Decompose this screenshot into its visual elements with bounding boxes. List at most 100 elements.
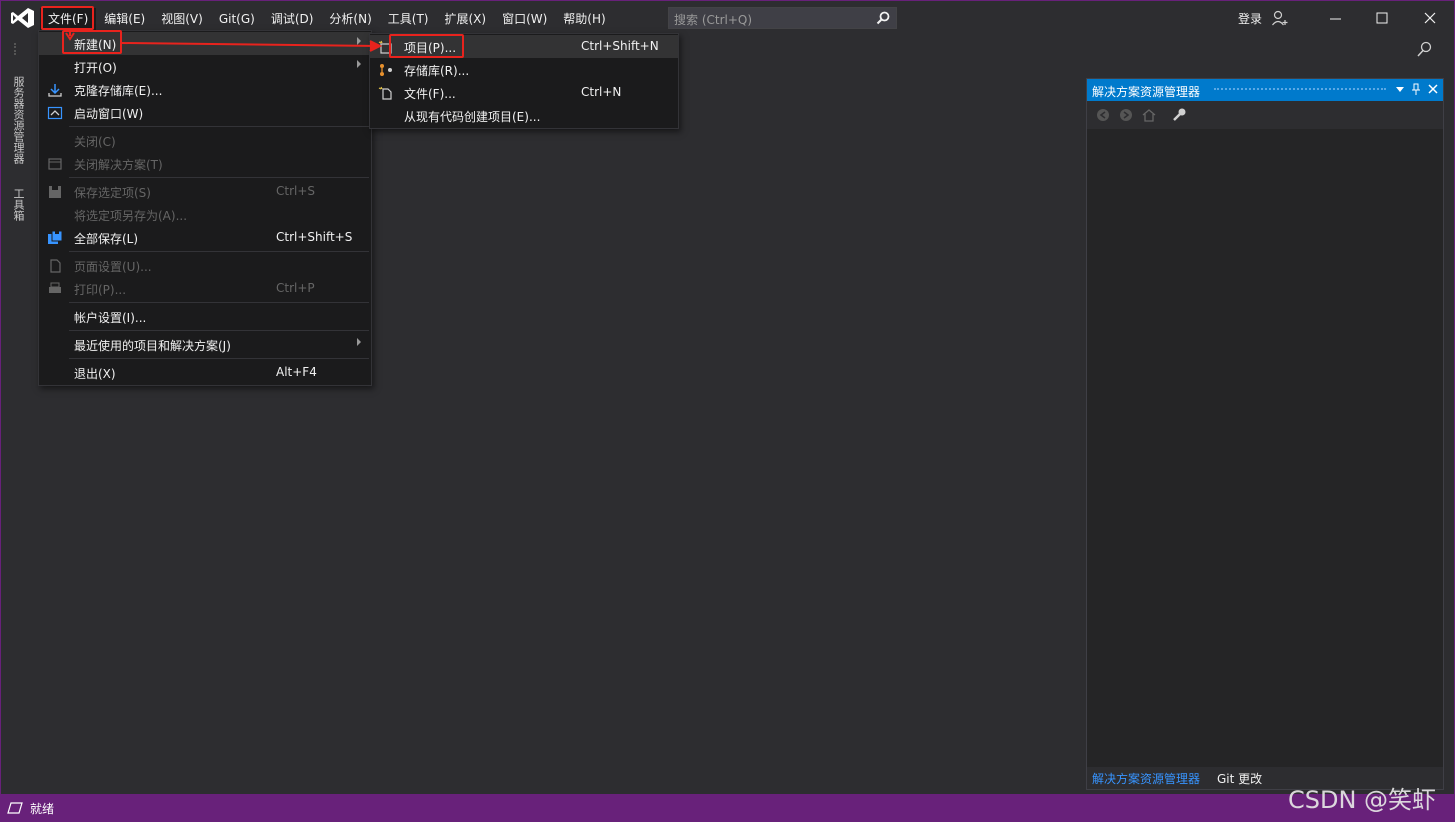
menu-item-label: 打开(O) (74, 61, 117, 75)
menu-separator (69, 251, 369, 252)
menu-item-close: 关闭(C) (39, 129, 371, 152)
new-file-icon (378, 86, 392, 100)
new-submenu: 项目(P)... Ctrl+Shift+N 存储库(R)... 文件(F)...… (369, 33, 679, 129)
menu-item-shortcut: Ctrl+Shift+N (581, 39, 659, 53)
menu-item-label: 退出(X) (74, 367, 116, 381)
minimize-icon[interactable] (1326, 8, 1346, 28)
menu-item-exit[interactable]: 退出(X) Alt+F4 (39, 361, 371, 384)
menu-item-recent[interactable]: 最近使用的项目和解决方案(J) (39, 333, 371, 356)
dropdown-arrow-icon[interactable] (1393, 82, 1407, 96)
submenu-arrow-icon (357, 338, 361, 346)
menu-item-label: 将选定项另存为(A)... (74, 209, 188, 223)
submenu-arrow-icon (357, 37, 361, 45)
wrench-icon[interactable] (1171, 107, 1187, 123)
file-menu: 新建(N) 打开(O) 克隆存储库(E)... 启动窗口(W) 关闭(C) 关闭… (38, 30, 372, 386)
close-solution-icon (48, 158, 62, 170)
menu-item-save-selected: 保存选定项(S) Ctrl+S (39, 180, 371, 203)
solution-explorer-title: 解决方案资源管理器 (1092, 85, 1201, 99)
menu-item-clone-repo[interactable]: 克隆存储库(E)... (39, 78, 371, 101)
left-tool-tabs (0, 62, 30, 794)
menu-item-label: 页面设置(U)... (74, 260, 152, 274)
status-ready-icon (7, 802, 23, 814)
menu-item-project-from-code[interactable]: 从现有代码创建项目(E)... (370, 104, 678, 127)
status-text: 就绪 (30, 802, 55, 816)
menu-item-shortcut: Ctrl+N (581, 85, 622, 99)
tab-solution-explorer[interactable]: 解决方案资源管理器 (1092, 770, 1200, 787)
account-icon[interactable] (1271, 9, 1289, 27)
search-placeholder: 搜索 (Ctrl+Q) (674, 13, 753, 27)
visual-studio-logo-icon[interactable] (10, 7, 36, 29)
menu-analyze[interactable]: 分析(N) (321, 8, 379, 30)
menu-item-label: 保存选定项(S) (74, 186, 151, 200)
print-icon (49, 282, 61, 293)
menu-edit[interactable]: 编辑(E) (96, 8, 153, 30)
menu-item-label: 关闭解决方案(T) (74, 158, 163, 172)
menu-item-shortcut: Ctrl+Shift+S (276, 230, 353, 244)
menu-file[interactable]: 文件(F) (40, 8, 97, 30)
save-icon (49, 186, 61, 198)
menu-debug[interactable]: 调试(D) (263, 8, 322, 30)
close-icon[interactable] (1420, 8, 1440, 28)
menu-item-account-settings[interactable]: 帐户设置(I)... (39, 305, 371, 328)
status-bar: 就绪 (0, 794, 1455, 822)
menu-item-label: 从现有代码创建项目(E)... (404, 110, 541, 124)
page-setup-icon (50, 259, 61, 273)
menu-item-start-window[interactable]: 启动窗口(W) (39, 101, 371, 124)
menu-item-print: 打印(P)... Ctrl+P (39, 277, 371, 300)
menu-bar: 文件(F) 编辑(E) 视图(V) Git(G) 调试(D) 分析(N) 工具(… (40, 8, 614, 30)
close-panel-icon[interactable] (1426, 82, 1440, 96)
back-icon[interactable] (1095, 107, 1111, 123)
menu-item-label: 克隆存储库(E)... (74, 84, 163, 98)
solution-explorer-header: 解决方案资源管理器 (1087, 79, 1443, 101)
tab-toolbox[interactable]: 工具箱 (10, 188, 25, 221)
menu-help[interactable]: 帮助(H) (555, 8, 613, 30)
menu-item-shortcut: Alt+F4 (276, 365, 317, 379)
solution-explorer-panel: 解决方案资源管理器 解决方案资源管理器 Git 更改 (1086, 78, 1444, 790)
menu-window[interactable]: 窗口(W) (494, 8, 555, 30)
menu-item-page-setup: 页面设置(U)... (39, 254, 371, 277)
menu-git[interactable]: Git(G) (211, 8, 263, 30)
search-box[interactable]: 搜索 (Ctrl+Q) (668, 7, 897, 29)
menu-item-shortcut: Ctrl+S (276, 184, 316, 198)
menu-item-new[interactable]: 新建(N) (39, 32, 371, 55)
home-icon[interactable] (1141, 107, 1157, 123)
menu-separator (69, 126, 369, 127)
maximize-icon[interactable] (1372, 8, 1392, 28)
pin-icon[interactable] (1409, 82, 1423, 96)
search-icon[interactable] (876, 11, 890, 25)
login-link[interactable]: 登录 (1238, 10, 1262, 27)
tab-server-explorer[interactable]: 服务器资源管理器 (10, 76, 25, 164)
menu-item-label: 存储库(R)... (404, 64, 470, 78)
menu-item-shortcut: Ctrl+P (276, 281, 315, 295)
forward-icon[interactable] (1118, 107, 1134, 123)
menu-item-label: 文件(F)... (404, 87, 456, 101)
feedback-icon[interactable] (1416, 40, 1434, 58)
menu-tools[interactable]: 工具(T) (380, 8, 437, 30)
save-all-icon (48, 230, 63, 244)
menu-item-close-solution: 关闭解决方案(T) (39, 152, 371, 175)
menu-item-label: 最近使用的项目和解决方案(J) (74, 339, 231, 353)
menu-item-label: 关闭(C) (74, 135, 116, 149)
menu-extensions[interactable]: 扩展(X) (436, 8, 494, 30)
menu-item-label: 全部保存(L) (74, 232, 139, 246)
menu-item-new-project[interactable]: 项目(P)... Ctrl+Shift+N (370, 35, 678, 58)
menu-separator (69, 358, 369, 359)
menu-item-open[interactable]: 打开(O) (39, 55, 371, 78)
menu-item-new-repository[interactable]: 存储库(R)... (370, 58, 678, 81)
new-repository-icon (380, 64, 392, 76)
toolbar-grip[interactable] (14, 43, 18, 55)
menu-separator (69, 302, 369, 303)
menu-separator (69, 330, 369, 331)
menu-item-new-file[interactable]: 文件(F)... Ctrl+N (370, 81, 678, 104)
menu-item-save-all[interactable]: 全部保存(L) Ctrl+Shift+S (39, 226, 371, 249)
menu-item-label: 打印(P)... (74, 283, 127, 297)
new-project-icon (378, 40, 392, 54)
tab-git-changes[interactable]: Git 更改 (1217, 770, 1262, 787)
menu-item-save-as: 将选定项另存为(A)... (39, 203, 371, 226)
start-window-icon (47, 106, 63, 120)
submenu-arrow-icon (357, 60, 361, 68)
menu-view[interactable]: 视图(V) (153, 8, 211, 30)
solution-explorer-toolbar (1087, 101, 1443, 129)
menu-separator (69, 177, 369, 178)
header-grip (1214, 88, 1386, 92)
